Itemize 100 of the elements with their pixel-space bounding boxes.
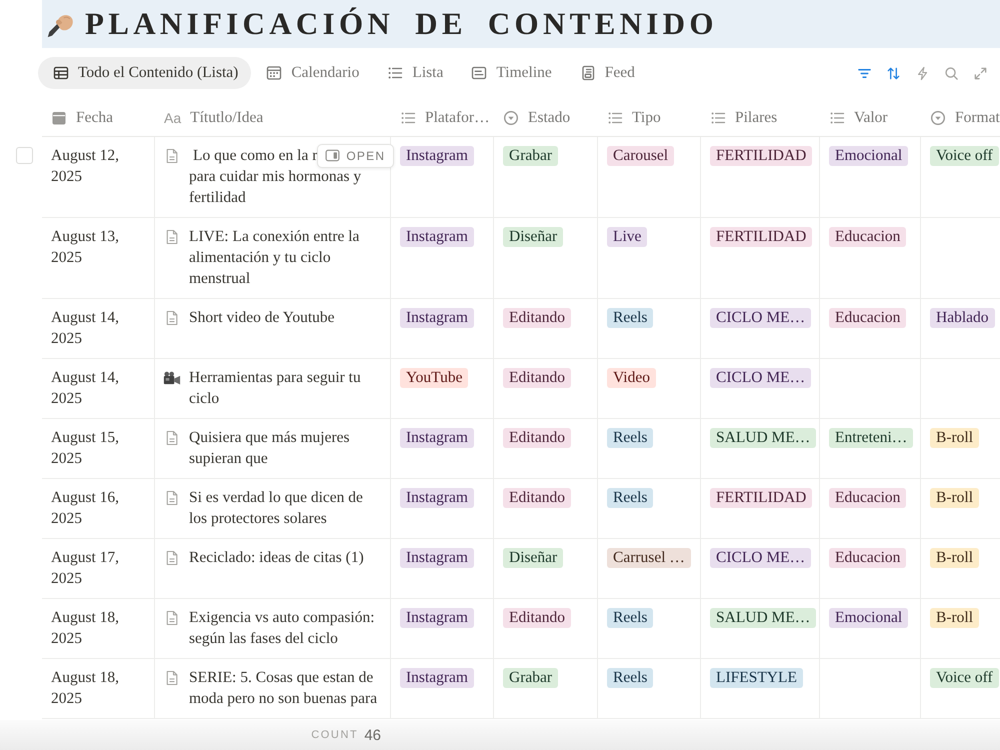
value-tag: Emocional [829, 608, 908, 628]
list-icon [387, 65, 404, 81]
entry-title[interactable]: Si es verdad lo que dicen de los protectores solares [189, 487, 382, 529]
pillar-tag: SALUD ME… [710, 608, 816, 628]
value-tag: Entreteni… [829, 428, 914, 448]
value-tag: Educacion [829, 548, 906, 568]
status-tag: Editando [503, 608, 571, 628]
view-tab[interactable]: Feed [564, 57, 648, 89]
list-icon [607, 110, 623, 126]
entry-title[interactable]: Exigencia vs auto compasión: según las fases del ciclo [189, 607, 382, 649]
status-tag: Diseñar [503, 548, 564, 568]
entry-title[interactable]: LIVE: La conexión entre la alimentación y tu ciclo menstrual [189, 226, 382, 289]
type-tag: Reels [607, 428, 654, 448]
side-panel-icon [325, 148, 340, 163]
list-icon [829, 110, 845, 126]
value-tag: Emocional [829, 146, 908, 166]
video-camera-icon [163, 370, 181, 386]
column-header[interactable]: Valor [829, 109, 888, 127]
entry-title[interactable]: Short video de Youtube [189, 307, 335, 328]
column-header[interactable]: Format [930, 109, 1000, 127]
entry-title[interactable]: SERIE: 5. Cosas que estan de moda pero no son buenas para [189, 667, 382, 709]
format-tag: Voice off [930, 146, 999, 166]
timeline-icon [471, 65, 488, 81]
value-tag: Educacion [829, 227, 906, 247]
type-tag: Live [607, 227, 648, 247]
entry-date: August 12, 2025 [51, 146, 120, 187]
column-header[interactable]: Tipo [607, 109, 661, 127]
entry-title[interactable]: Reciclado: ideas de citas (1) [189, 547, 364, 568]
document-icon [164, 550, 180, 566]
type-tag: Reels [607, 608, 654, 628]
entry-date: August 13, 2025 [51, 227, 120, 268]
entry-date: August 18, 2025 [51, 608, 120, 649]
view-tab[interactable]: Calendario [251, 57, 372, 89]
platform-tag: YouTube [400, 368, 468, 388]
status-tag: Editando [503, 308, 571, 328]
status-tag: Editando [503, 488, 571, 508]
sort-icon [886, 66, 900, 80]
column-header[interactable]: Platafor… [400, 109, 490, 127]
entry-title[interactable]: para cuidar mis hormonas y fertilidad [189, 166, 382, 208]
pillar-tag: CICLO ME… [710, 368, 812, 388]
view-tab[interactable]: Lista [372, 57, 456, 89]
entry-date: August 14, 2025 [51, 308, 120, 349]
platform-tag: Instagram [400, 308, 474, 328]
column-header[interactable]: Aa Títutlo/Idea [164, 109, 264, 127]
open-button[interactable]: OPEN [317, 144, 394, 168]
document-icon [164, 310, 180, 326]
count-label: COUNT [311, 729, 358, 741]
view-tab[interactable]: Todo el Contenido (Lista) [38, 57, 252, 89]
status-tag: Grabar [503, 146, 558, 166]
pillar-tag: LIFESTYLE [710, 668, 803, 688]
type-tag: Reels [607, 488, 654, 508]
type-tag: Video [607, 368, 656, 388]
platform-tag: Instagram [400, 428, 474, 448]
feed-icon [580, 65, 596, 81]
list-icon [400, 110, 416, 126]
platform-tag: Instagram [400, 608, 474, 628]
entry-date: August 17, 2025 [51, 548, 120, 589]
column-header[interactable]: Estado [503, 109, 570, 127]
document-icon [164, 229, 180, 245]
status-tag: Editando [503, 368, 571, 388]
entry-title[interactable]: Herramientas para seguir tu ciclo [189, 367, 382, 409]
status-tag: Editando [503, 428, 571, 448]
format-tag: Voice off [930, 668, 999, 688]
column-header[interactable]: Fecha [51, 109, 114, 127]
type-tag: Reels [607, 308, 654, 328]
format-tag: B-roll [930, 608, 980, 628]
document-icon [164, 430, 180, 446]
type-tag: Reels [607, 668, 654, 688]
format-tag: B-roll [930, 488, 980, 508]
chevron-circle-icon [930, 110, 946, 126]
row-checkbox[interactable] [16, 147, 33, 164]
entry-date: August 14, 2025 [51, 368, 120, 409]
pillar-tag: CICLO ME… [710, 308, 812, 328]
value-tag: Educacion [829, 308, 906, 328]
entry-date: August 15, 2025 [51, 428, 120, 469]
pillar-tag: CICLO ME… [710, 548, 812, 568]
calendar-icon [266, 65, 282, 81]
column-header[interactable]: Pilares [710, 109, 778, 127]
document-icon [164, 490, 180, 506]
platform-tag: Instagram [400, 548, 474, 568]
platform-tag: Instagram [400, 227, 474, 247]
platform-tag: Instagram [400, 146, 474, 166]
value-tag: Educacion [829, 488, 906, 508]
pillar-tag: FERTILIDAD [710, 227, 812, 247]
calendar-icon [51, 110, 67, 126]
format-tag: Hablado [930, 308, 995, 328]
type-glyph: Aa [164, 110, 182, 126]
document-icon [164, 148, 180, 164]
status-tag: Diseñar [503, 227, 564, 247]
view-tab[interactable]: Timeline [456, 57, 565, 89]
pillar-tag: SALUD ME… [710, 428, 816, 448]
document-icon [164, 670, 180, 686]
count-value: 46 [364, 726, 381, 744]
document-icon [164, 610, 180, 626]
table-icon [53, 65, 69, 81]
platform-tag: Instagram [400, 488, 474, 508]
status-tag: Grabar [503, 668, 558, 688]
pillar-tag: FERTILIDAD [710, 146, 812, 166]
entry-date: August 18, 2025 [51, 668, 120, 709]
entry-title[interactable]: Quisiera que más mujeres supieran que [189, 427, 382, 469]
